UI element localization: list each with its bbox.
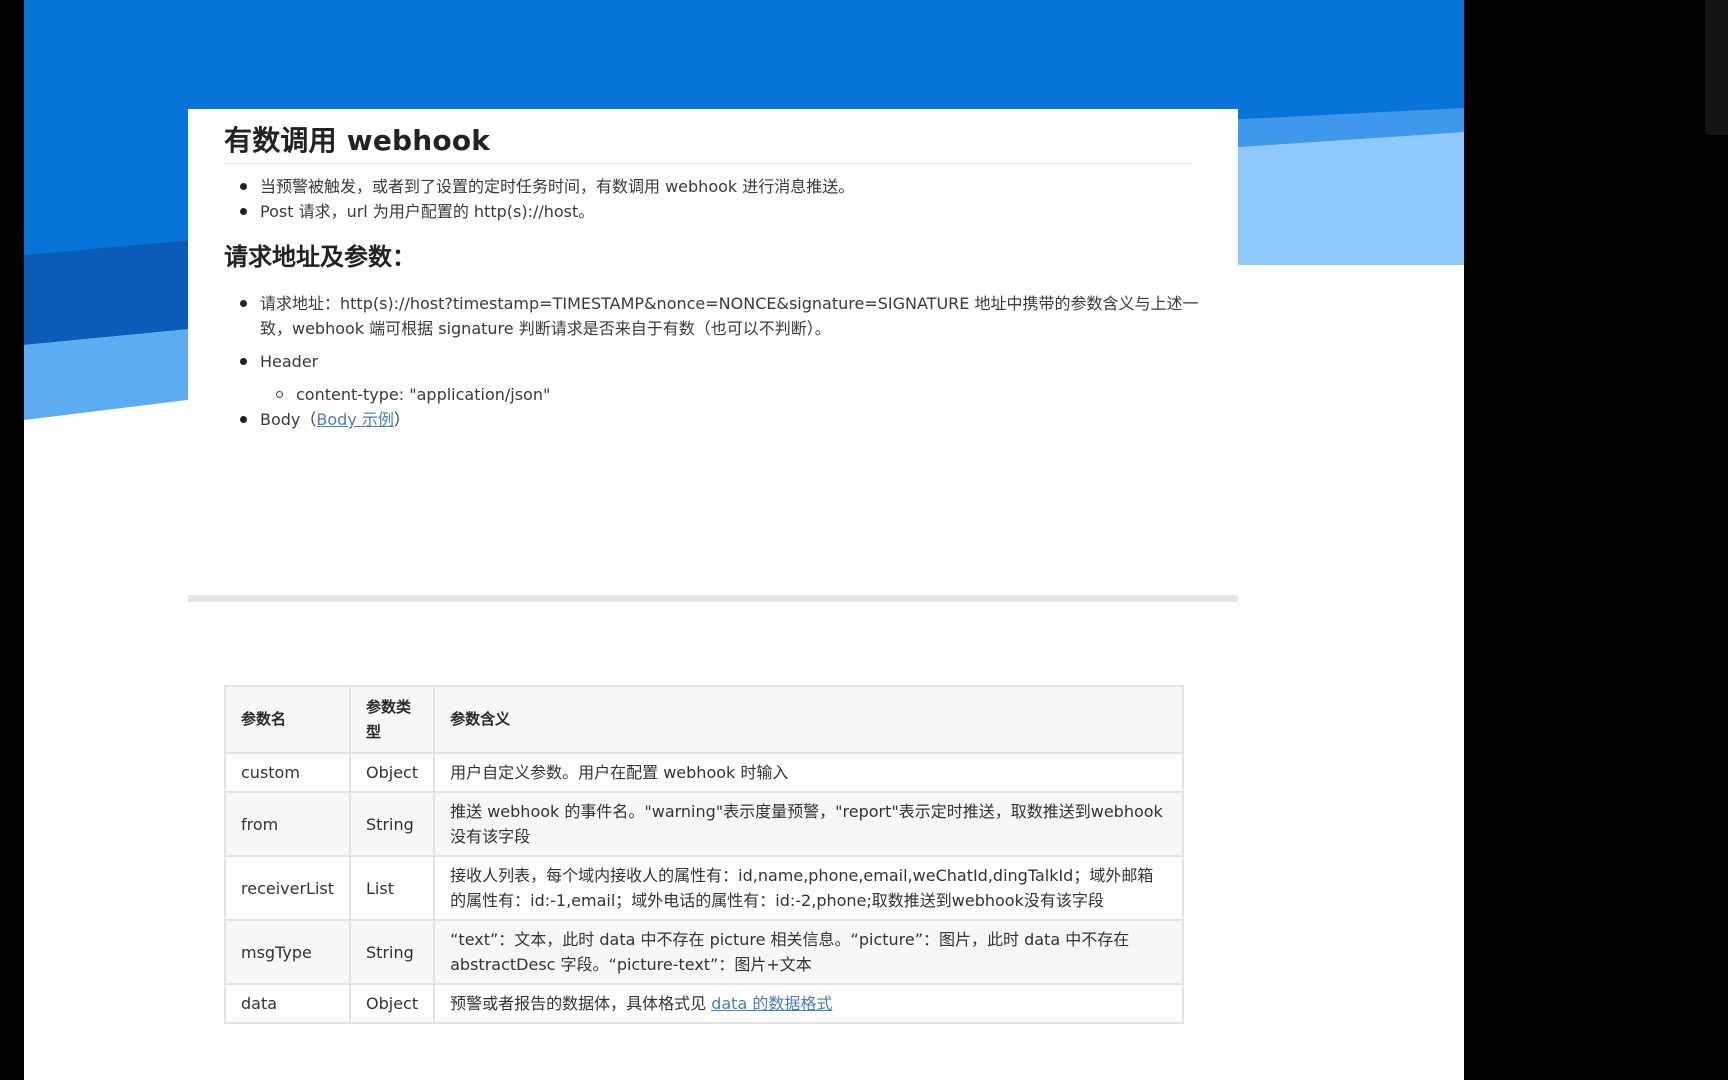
data-format-link[interactable]: data 的数据格式 <box>711 994 832 1013</box>
document-card: 有数调用 webhook 当预警被触发，或者到了设置的定时任务时间，有数调用 w… <box>188 109 1238 601</box>
edge-tab <box>1705 0 1728 135</box>
param-type: String <box>349 791 436 857</box>
body-suffix: ） <box>393 410 410 429</box>
param-name: receiverList <box>223 855 352 921</box>
param-desc: 推送 webhook 的事件名。"warning"表示度量预警，"report"… <box>433 791 1184 857</box>
param-desc: 预警或者报告的数据体，具体格式见 <box>450 994 712 1013</box>
list-item-request-address: 请求地址：http(s)://host?timestamp=TIMESTAMP&… <box>238 291 1238 341</box>
param-desc: “text”：文本，此时 data 中不存在 picture 相关信息。“pic… <box>433 919 1184 985</box>
request-list: 请求地址：http(s)://host?timestamp=TIMESTAMP&… <box>238 291 1238 432</box>
list-item-body: Body（Body 示例） <box>238 407 1238 432</box>
section-title-request: 请求地址及参数： <box>224 243 416 271</box>
column-header-name: 参数名 <box>223 685 352 754</box>
table-row: msgType String “text”：文本，此时 data 中不存在 pi… <box>223 919 1184 985</box>
list-item-content-type: content-type: "application/json" <box>274 382 1238 407</box>
param-type: Object <box>349 752 436 793</box>
body-prefix: Body（ <box>260 410 317 429</box>
list-item-header: Header <box>238 349 1238 374</box>
param-desc: 用户自定义参数。用户在配置 webhook 时输入 <box>433 752 1184 793</box>
request-address-line1: 请求地址：http(s)://host?timestamp=TIMESTAMP&… <box>260 294 1199 313</box>
request-address-line2: 致，webhook 端可根据 signature 判断请求是否来自于有数（也可以… <box>260 319 831 338</box>
bg-band-right-light <box>1224 132 1464 265</box>
table-row: receiverList List 接收人列表，每个域内接收人的属性有：id,n… <box>223 855 1184 921</box>
parameter-table: 参数名 参数类型 参数含义 custom Object 用户自定义参数。用户在配… <box>223 685 1184 1024</box>
header-value: content-type: "application/json" <box>296 385 551 404</box>
column-header-type: 参数类型 <box>349 685 436 754</box>
param-name: from <box>223 791 352 857</box>
section-title-webhook: 有数调用 webhook <box>224 119 1192 164</box>
param-desc: 接收人列表，每个域内接收人的属性有：id,name,phone,email,we… <box>433 855 1184 921</box>
intro-list: 当预警被触发，或者到了设置的定时任务时间，有数调用 webhook 进行消息推送… <box>238 174 1238 224</box>
header-label: Header <box>260 352 319 371</box>
param-type: Object <box>349 983 436 1024</box>
column-header-desc: 参数含义 <box>433 685 1184 754</box>
param-name: data <box>223 983 352 1024</box>
list-item: 当预警被触发，或者到了设置的定时任务时间，有数调用 webhook 进行消息推送… <box>238 174 1238 199</box>
card-bottom-divider <box>188 595 1238 602</box>
param-type: String <box>349 919 436 985</box>
param-type: List <box>349 855 436 921</box>
body-example-link[interactable]: Body 示例 <box>316 410 393 429</box>
table-row: from String 推送 webhook 的事件名。"warning"表示度… <box>223 791 1184 857</box>
table-header-row: 参数名 参数类型 参数含义 <box>223 685 1184 754</box>
list-item: Post 请求，url 为用户配置的 http(s)://host。 <box>238 199 1238 224</box>
param-desc-cell: 预警或者报告的数据体，具体格式见 data 的数据格式 <box>433 983 1184 1024</box>
table-row: data Object 预警或者报告的数据体，具体格式见 data 的数据格式 <box>223 983 1184 1024</box>
param-name: msgType <box>223 919 352 985</box>
table-row: custom Object 用户自定义参数。用户在配置 webhook 时输入 <box>223 752 1184 793</box>
param-name: custom <box>223 752 352 793</box>
